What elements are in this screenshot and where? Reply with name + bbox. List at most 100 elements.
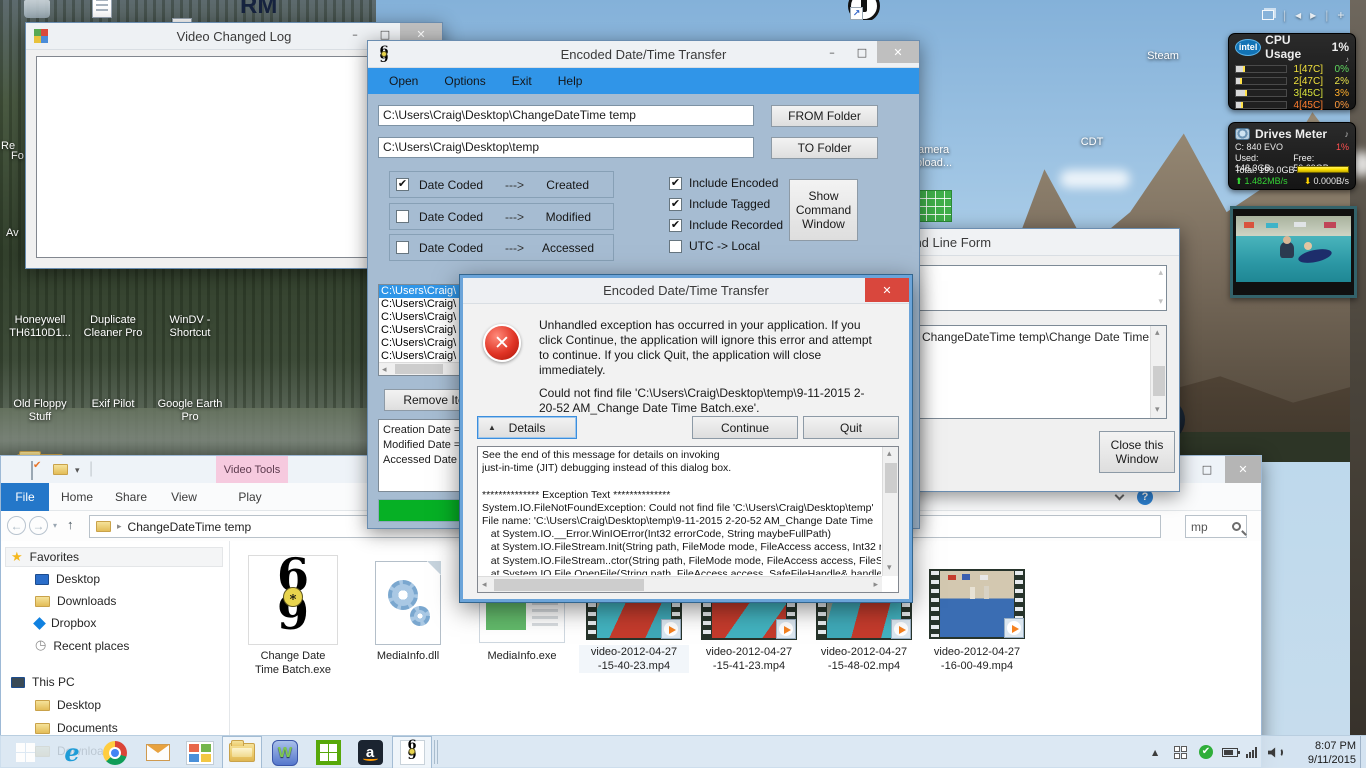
search-box[interactable]: mp — [1185, 515, 1247, 538]
scroll-thumb[interactable] — [1153, 366, 1165, 396]
menu-options[interactable]: Options — [431, 74, 498, 88]
recycle-bin-icon[interactable] — [24, 0, 50, 18]
error-dialog[interactable]: Encoded Date/Time Transfer ✕ ✕ Unhandled… — [460, 275, 912, 602]
desktop-icon-label[interactable]: CDT — [1056, 136, 1128, 149]
include-recorded-checkbox[interactable]: ✔ — [669, 218, 682, 232]
scroll-down-icon[interactable]: ▾ — [1158, 298, 1163, 307]
horizontal-scrollbar[interactable]: ◂ ▸ — [478, 576, 882, 592]
tab-view[interactable]: View — [159, 483, 209, 511]
tab-home[interactable]: Home — [49, 483, 105, 511]
scroll-up-icon[interactable]: ▴ — [1158, 269, 1163, 278]
include-encoded-checkbox[interactable]: ✔ — [669, 176, 682, 190]
file-label[interactable]: video-2012-04-27 -16-00-49.mp4 — [922, 645, 1032, 673]
close-this-window-button[interactable]: Close this Window — [1099, 431, 1175, 473]
start-button[interactable] — [0, 736, 50, 768]
rm-app-icon[interactable]: RM — [240, 0, 286, 20]
scroll-down-icon[interactable]: ▾ — [887, 564, 892, 573]
forward-icon[interactable]: → — [29, 516, 48, 535]
file-label[interactable]: video-2012-04-27 -15-48-02.mp4 — [809, 645, 919, 673]
taskbar-explorer[interactable] — [222, 736, 262, 768]
sidebar-item-pc-documents[interactable]: Documents — [35, 721, 118, 735]
scroll-up-icon[interactable]: ▴ — [887, 450, 892, 459]
taskbar-photo-gallery[interactable] — [180, 736, 220, 768]
scroll-left-icon[interactable]: ◂ — [482, 581, 487, 590]
taskbar-chrome[interactable] — [95, 736, 135, 768]
sidebar-this-pc[interactable]: This PC — [11, 675, 75, 689]
tab-play[interactable]: Play — [223, 483, 277, 511]
desktop-icon-label[interactable]: Honeywell TH6110D1... — [3, 314, 77, 340]
scroll-thumb[interactable] — [494, 579, 644, 591]
sidebar-item-pc-desktop[interactable]: Desktop — [35, 698, 101, 712]
taskbar-change-date-time-app[interactable]: 6 9 — [392, 736, 432, 768]
battery-icon[interactable] — [1222, 748, 1240, 757]
to-path-input[interactable]: C:\Users\Craig\Desktop\temp — [378, 137, 754, 158]
explorer-maximize-button[interactable]: □ — [1189, 456, 1225, 483]
search-icon[interactable] — [1232, 522, 1241, 531]
sidebar-item-desktop[interactable]: Desktop — [35, 572, 100, 586]
main-titlebar[interactable]: 6 9 Encoded Date/Time Transfer – □ ✕ — [368, 41, 919, 68]
date-coded-modified-checkbox[interactable] — [396, 210, 409, 223]
gadget-toolbar[interactable]: | ◂ ▸ | + — [1262, 8, 1344, 22]
details-box[interactable]: See the end of this message for details … — [477, 446, 899, 593]
network-icon[interactable] — [1246, 747, 1257, 758]
video-tools-contextual-tab[interactable]: Video Tools — [216, 456, 288, 483]
file-icon-video-4[interactable] — [929, 569, 1025, 639]
file-icon-mediainfo-dll[interactable] — [375, 561, 441, 645]
desktop-icon-label[interactable]: Exif Pilot — [76, 398, 150, 411]
update-check-icon[interactable]: ✔ — [1199, 745, 1213, 759]
drives-meter-gadget[interactable]: Drives Meter ♪ C: 840 EVO 1% Used: 148.3… — [1228, 122, 1356, 190]
desktop-icon-label[interactable]: amera — [918, 144, 978, 157]
qat-new-folder-icon[interactable] — [53, 464, 68, 475]
taskbar-ie[interactable]: e — [52, 736, 92, 768]
note-icon[interactable]: ♪ — [1345, 129, 1350, 139]
taskbar-store[interactable] — [308, 736, 348, 768]
file-label[interactable]: video-2012-04-27 -15-40-23.mp4 — [579, 645, 689, 673]
taskbar-windv[interactable]: W — [265, 736, 305, 768]
main-maximize-button[interactable]: □ — [847, 41, 877, 63]
scrollbar[interactable]: ▴ ▾ — [1150, 326, 1166, 418]
prev-icon[interactable]: ◂ — [1295, 8, 1301, 22]
desktop-icon-label[interactable]: Google Earth Pro — [153, 398, 227, 424]
to-folder-button[interactable]: TO Folder — [771, 137, 878, 159]
clock[interactable]: 8:07 PM 9/11/2015 — [1288, 739, 1356, 767]
details-button[interactable]: ▲ Details — [477, 416, 577, 439]
file-label[interactable]: MediaInfo.exe — [467, 649, 577, 663]
scroll-right-icon[interactable]: ▸ — [873, 581, 878, 590]
recent-locations-icon[interactable]: ▾ — [53, 521, 57, 530]
file-label[interactable]: MediaInfo.dll — [353, 649, 463, 663]
show-hidden-icons[interactable]: ▲ — [1152, 748, 1158, 757]
desktop-icon-label[interactable]: Steam — [1128, 50, 1198, 63]
gallery-icon[interactable] — [1262, 10, 1274, 20]
sidebar-item-dropbox[interactable]: Dropbox — [33, 616, 96, 630]
qat-customize-icon[interactable]: ▾ — [75, 465, 80, 476]
main-minimize-button[interactable]: – — [817, 41, 847, 63]
search-input[interactable]: mp — [1191, 520, 1208, 534]
up-icon[interactable]: ↑ — [67, 517, 74, 532]
taskbar-amazon[interactable]: a — [350, 736, 390, 768]
continue-button[interactable]: Continue — [692, 416, 798, 439]
explorer-close-button[interactable]: ✕ — [1225, 456, 1261, 483]
breadcrumb[interactable]: ChangeDateTime temp — [128, 520, 252, 534]
menu-exit[interactable]: Exit — [499, 74, 545, 88]
error-dialog-close-button[interactable]: ✕ — [865, 278, 909, 302]
document-icon[interactable] — [92, 0, 112, 18]
tab-file[interactable]: File — [1, 483, 49, 511]
file-label[interactable]: Change Date Time Batch.exe — [238, 649, 348, 677]
main-close-button[interactable]: ✕ — [877, 41, 919, 63]
desktop-icon-label[interactable]: WinDV - Shortcut — [153, 314, 227, 340]
scroll-up-icon[interactable]: ▴ — [1155, 329, 1160, 338]
taskbar-mail[interactable] — [138, 736, 178, 768]
scroll-thumb[interactable] — [395, 364, 443, 374]
sidebar-item-downloads[interactable]: Downloads — [35, 594, 116, 608]
tab-share[interactable]: Share — [105, 483, 157, 511]
date-coded-created-checkbox[interactable]: ✔ — [396, 178, 409, 191]
minimize-button[interactable]: – — [340, 23, 370, 45]
green-sheet-icon[interactable] — [916, 190, 952, 222]
sidebar-favorites[interactable]: ★ Favorites — [11, 549, 79, 565]
file-icon-change-date-time-batch[interactable]: 6 9 ∗ — [248, 552, 338, 645]
show-command-window-button[interactable]: Show Command Window — [789, 179, 858, 241]
error-dialog-titlebar[interactable]: Encoded Date/Time Transfer ✕ — [463, 278, 909, 304]
ribbon-collapse-icon[interactable] — [1114, 490, 1125, 501]
action-center-flag-icon[interactable] — [1174, 746, 1187, 759]
sidebar-item-recent-places[interactable]: ◷ Recent places — [35, 638, 129, 653]
